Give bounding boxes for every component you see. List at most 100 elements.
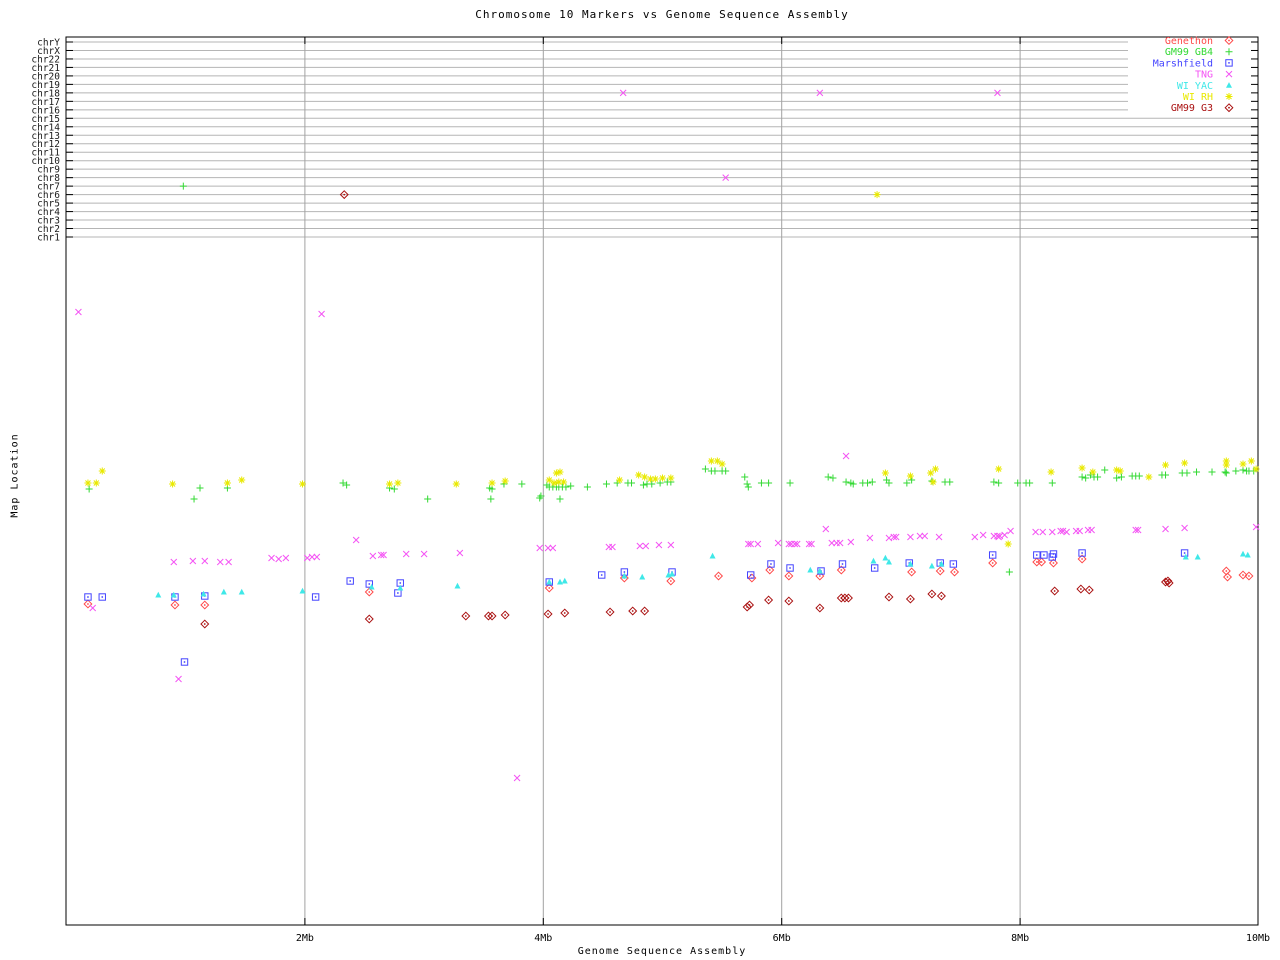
point-wi-rh — [84, 479, 92, 487]
point-tng — [369, 552, 377, 560]
point-marshfield — [346, 577, 354, 585]
point-marshfield — [598, 571, 606, 579]
point-gm99-g3 — [1076, 584, 1086, 594]
point-wi-rh — [931, 465, 939, 473]
point-tng — [1076, 527, 1084, 535]
point-marshfield — [311, 593, 320, 601]
point-wi-rh — [1247, 457, 1255, 465]
point-wi-rh — [641, 473, 649, 481]
point-wi-rh — [550, 479, 558, 487]
point-wi-rh — [501, 477, 509, 485]
point-gm99-gb4 — [567, 482, 575, 490]
point-gm99-g3 — [1050, 586, 1060, 596]
point-wi-rh — [929, 478, 937, 486]
x-axis-title: Genome Sequence Assembly — [577, 946, 747, 957]
point-tng — [549, 544, 557, 552]
point-marshfield — [786, 564, 794, 572]
point-wi-rh — [635, 471, 643, 479]
point-gm99-gb4 — [868, 478, 876, 486]
point-wi-rh — [718, 460, 726, 468]
point-wi-rh — [906, 472, 914, 480]
point-gm99-g3 — [543, 609, 553, 619]
point-wi-rh — [394, 479, 402, 487]
point-gm99-gb4 — [824, 473, 832, 481]
point-wi-yac — [807, 566, 814, 573]
point-tng — [268, 554, 275, 562]
x-tick-label-8Mb: 8Mb — [1011, 933, 1029, 944]
point-gm99-g3 — [500, 610, 510, 620]
point-wi-yac — [1194, 553, 1201, 560]
point-wi-rh — [238, 476, 246, 484]
point-wi-rh — [556, 468, 564, 476]
point-genethon — [170, 600, 180, 610]
point-genethon — [935, 566, 945, 576]
point-tng — [935, 533, 943, 541]
point-gm99-gb4 — [786, 479, 794, 487]
point-gm99-gb4-chr7 — [179, 182, 187, 190]
point-tng — [822, 525, 830, 533]
point-tng — [1007, 527, 1014, 535]
point-wi-yac — [1240, 550, 1247, 557]
point-gm99-gb4 — [1078, 473, 1086, 481]
point-tng — [754, 540, 762, 548]
point-wi-rh — [881, 469, 889, 477]
point-tng — [225, 558, 232, 566]
point-marshfield — [180, 658, 189, 666]
point-wi-rh-chr6 — [873, 191, 881, 199]
point-marshfield — [949, 560, 958, 568]
point-gm99-gb4 — [1193, 468, 1201, 476]
point-tng — [921, 532, 929, 540]
point-wi-yac — [561, 577, 568, 584]
point-gm99-gb4 — [1222, 469, 1230, 477]
point-wi-yac — [639, 573, 646, 580]
point-tng — [201, 557, 209, 565]
x-tick-label-2Mb: 2Mb — [296, 933, 314, 944]
point-genethon — [950, 567, 960, 577]
point-gm99-gb4 — [1005, 568, 1013, 576]
point-genethon — [200, 600, 210, 610]
point-wi-yac — [1244, 551, 1251, 558]
x-tick-label-10Mb: 10Mb — [1246, 933, 1270, 944]
point-tng — [175, 675, 182, 683]
point-marshfield — [84, 593, 92, 601]
legend-label-gm99-g3: GM99 G3 — [1171, 103, 1213, 114]
point-marshfield — [1040, 551, 1048, 559]
point-tng — [842, 452, 850, 460]
point-gm99-g3 — [640, 606, 650, 616]
point-tng — [609, 543, 616, 551]
point-tng — [282, 554, 290, 562]
point-wi-rh — [1004, 540, 1012, 548]
point-wi-rh — [616, 476, 624, 484]
point-gm99-gb4 — [903, 479, 911, 487]
legend-label-tng: TNG — [1195, 70, 1213, 81]
point-genethon — [666, 576, 676, 586]
point-gm99-g3 — [1084, 585, 1094, 595]
point-wi-yac — [397, 584, 404, 591]
point-wi-rh — [713, 457, 721, 465]
legend-label-marshfield: Marshfield — [1153, 58, 1213, 69]
point-tng — [75, 308, 82, 316]
point-wi-yac — [454, 582, 461, 589]
point-marshfield — [870, 564, 879, 572]
point-gm99-g3 — [200, 619, 210, 629]
legend-label-genethon: Genethon — [1165, 36, 1213, 47]
point-gm99-g3 — [884, 592, 894, 602]
point-wi-rh — [1222, 461, 1230, 469]
point-gm99-g3 — [560, 608, 570, 618]
point-gm99-gb4 — [556, 495, 564, 503]
point-gm99-gb4 — [711, 467, 719, 475]
legend-marker-wi-rh — [1225, 93, 1233, 100]
point-tng — [1181, 524, 1188, 532]
plot-canvas: chrYchrXchr22chr21chr20chr19chr18chr17ch… — [31, 35, 1270, 944]
point-gm99-g3 — [927, 589, 937, 599]
point-tng — [313, 553, 321, 561]
point-gm99-gb4 — [722, 467, 730, 475]
point-wi-yac — [155, 591, 162, 598]
point-marshfield — [1033, 551, 1041, 559]
point-marshfield — [1180, 549, 1189, 557]
point-wi-rh — [169, 480, 177, 488]
y-tick-label-chr1: chr1 — [37, 233, 60, 244]
point-tng — [667, 541, 675, 549]
point-gm99-gb4 — [1113, 474, 1121, 482]
point-tng — [275, 555, 283, 563]
